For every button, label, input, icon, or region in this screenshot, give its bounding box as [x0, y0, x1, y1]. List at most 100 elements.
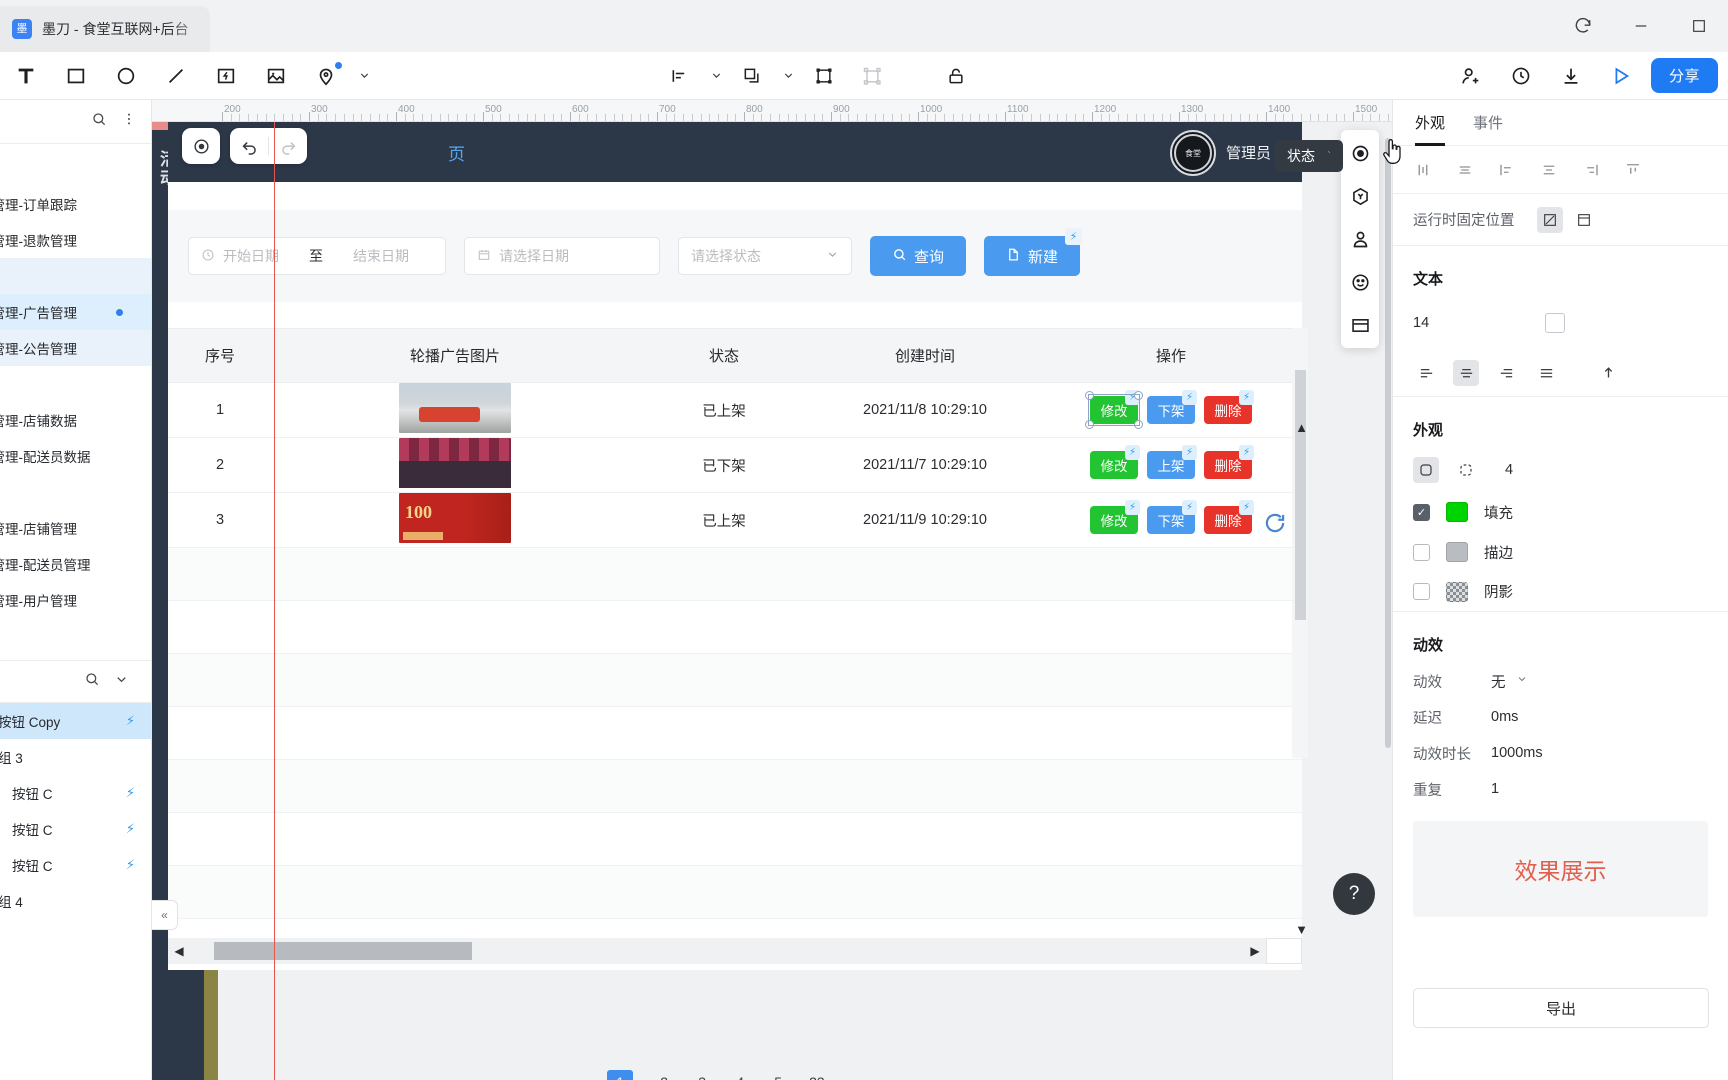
canvas-scrollbar-thumb[interactable] [1385, 138, 1391, 748]
share-button[interactable]: 分享 [1650, 58, 1718, 93]
maximize-icon[interactable] [1670, 0, 1728, 52]
target-pill[interactable] [182, 128, 220, 164]
hscroll-track[interactable] [190, 942, 1244, 960]
pin-tool-chevron-down-icon[interactable] [356, 69, 372, 82]
design-canvas[interactable]: 200 300 400 500 600 700 800 900 1000 1100 1200 1300… [152, 100, 1392, 1080]
mock-page-link[interactable]: 页 [448, 140, 465, 165]
new-button[interactable]: 新建 ⚡ [984, 228, 1083, 276]
align-tool[interactable] [660, 57, 700, 95]
table-horizontal-scrollbar[interactable]: ◀ ▶ [168, 938, 1302, 964]
query-button[interactable]: 查询 [870, 236, 967, 276]
align-right-icon[interactable] [1493, 360, 1519, 386]
fill-checkbox[interactable]: ✓ [1413, 503, 1430, 521]
interaction-tool[interactable] [206, 57, 246, 95]
stroke-checkbox[interactable] [1413, 543, 1430, 561]
search-icon[interactable] [91, 111, 107, 132]
sidebar-item-page-7[interactable]: 据管理-店铺数据 [0, 402, 151, 438]
lock-tool[interactable] [936, 57, 976, 95]
browser-tab[interactable]: 墨 墨刀 - 食堂互联网+后台 [0, 6, 210, 52]
line-tool[interactable] [156, 57, 196, 95]
fill-color-swatch[interactable] [1446, 502, 1468, 522]
caret-left-icon[interactable]: ◀ [168, 944, 190, 958]
text-tool[interactable] [6, 57, 46, 95]
align-h-distribute-icon[interactable] [1455, 161, 1475, 179]
pagination-page-2[interactable]: 2 [657, 1074, 671, 1080]
export-button[interactable]: 导出 [1413, 988, 1709, 1028]
search-icon[interactable] [84, 671, 100, 692]
align-right-icon[interactable] [1581, 161, 1601, 179]
person-icon[interactable] [1345, 224, 1375, 254]
reload-icon[interactable] [1554, 0, 1612, 52]
sidebar-item-page-11[interactable]: 户管理-配送员管理 [0, 546, 151, 582]
rotate-icon[interactable] [1262, 510, 1288, 543]
sidebar-item-page-13[interactable]: 理 [0, 618, 151, 654]
motion-row-value[interactable]: 1000ms [1491, 745, 1543, 761]
canvas-vertical-scrollbar[interactable] [1384, 122, 1392, 1080]
align-left-icon[interactable] [1497, 161, 1517, 179]
scrollbar-thumb[interactable] [1295, 370, 1306, 620]
pagination-page-4[interactable]: 4 [733, 1074, 747, 1080]
invite-icon[interactable] [1451, 57, 1491, 95]
action-button-下架[interactable]: 下架 ⚡ [1147, 390, 1197, 424]
fixed-position-top-option[interactable] [1571, 207, 1597, 233]
chevron-down-icon[interactable] [114, 672, 129, 692]
caret-right-icon[interactable]: ▶ [1244, 944, 1266, 958]
align-top-icon[interactable] [1623, 161, 1643, 179]
stroke-color-swatch[interactable] [1446, 542, 1468, 562]
image-tool[interactable] [256, 57, 296, 95]
help-button[interactable]: ? [1333, 873, 1375, 915]
motion-row-value[interactable]: 1 [1491, 781, 1499, 797]
sidebar-item-page-3[interactable]: 理 [0, 258, 151, 294]
tab-appearance[interactable]: 外观 [1415, 100, 1446, 146]
ellipse-tool[interactable] [106, 57, 146, 95]
pin-tool[interactable] [306, 57, 346, 95]
layer-item-3[interactable]: 按钮 C ⚡ [0, 811, 151, 847]
download-icon[interactable] [1551, 57, 1591, 95]
shadow-checkbox[interactable] [1413, 583, 1430, 600]
pagination-page-1[interactable]: 1 [607, 1070, 634, 1080]
sidebar-item-page-9[interactable]: 理 [0, 474, 151, 510]
sidebar-item-page-4[interactable]: 知管理-广告管理 [0, 294, 151, 330]
valign-top-icon[interactable] [1595, 360, 1621, 386]
pagination-page-3[interactable]: 3 [695, 1074, 709, 1080]
date-range-field[interactable]: 开始日期 至 结束日期 [188, 237, 446, 275]
scroll-up-icon[interactable]: ▲ [1295, 420, 1308, 435]
layer-item-5[interactable]: 组 4 [0, 883, 151, 919]
action-button-修改[interactable]: 修改 ⚡ [1090, 500, 1140, 534]
shadow-color-swatch[interactable] [1446, 581, 1468, 602]
align-h-center-icon[interactable] [1413, 161, 1433, 179]
corner-radius-value[interactable]: 4 [1505, 462, 1513, 478]
align-justify-icon[interactable] [1533, 360, 1559, 386]
sidebar-item-page-0[interactable]: 理 [0, 150, 151, 186]
align-v-center-icon[interactable] [1539, 161, 1559, 179]
component-icon[interactable] [1345, 181, 1375, 211]
sidebar-item-page-10[interactable]: 户管理-店铺管理 [0, 510, 151, 546]
tab-events[interactable]: 事件 [1473, 100, 1503, 146]
minimize-icon[interactable] [1612, 0, 1670, 52]
layer-item-1[interactable]: 组 3 [0, 739, 151, 775]
history-icon[interactable] [1501, 57, 1541, 95]
align-chevron-down-icon[interactable] [708, 69, 724, 82]
sidebar-item-page-2[interactable]: 单管理-退款管理 [0, 222, 151, 258]
more-icon[interactable] [121, 111, 137, 132]
font-size-value[interactable]: 14 [1413, 315, 1429, 331]
pagination-page-23[interactable]: 23 [809, 1074, 825, 1080]
motion-row-value[interactable]: 0ms [1491, 709, 1518, 725]
component-tool[interactable] [852, 57, 892, 95]
align-left-icon[interactable] [1413, 360, 1439, 386]
table-vertical-scrollbar[interactable] [1292, 328, 1308, 758]
hscroll-thumb[interactable] [214, 942, 472, 960]
sidebar-item-page-12[interactable]: 户管理-用户管理 [0, 582, 151, 618]
align-center-icon[interactable] [1453, 359, 1479, 386]
state-icon[interactable] [1345, 138, 1375, 168]
action-button-删除[interactable]: 删除 ⚡ [1204, 500, 1254, 534]
group-chevron-down-icon[interactable] [780, 69, 796, 82]
scroll-down-icon[interactable]: ▼ [1295, 922, 1308, 937]
layer-item-2[interactable]: 按钮 C ⚡ [0, 775, 151, 811]
layer-item-0[interactable]: 按钮 Copy ⚡ [0, 703, 151, 739]
table-row[interactable]: 3已上架2021/11/9 10:29:10修改⚡下架⚡删除⚡ [168, 492, 1302, 548]
frame-tool[interactable] [804, 57, 844, 95]
rectangle-tool[interactable] [56, 57, 96, 95]
motion-row-value[interactable]: 无 [1491, 671, 1506, 692]
fixed-position-none-option[interactable] [1536, 206, 1563, 233]
